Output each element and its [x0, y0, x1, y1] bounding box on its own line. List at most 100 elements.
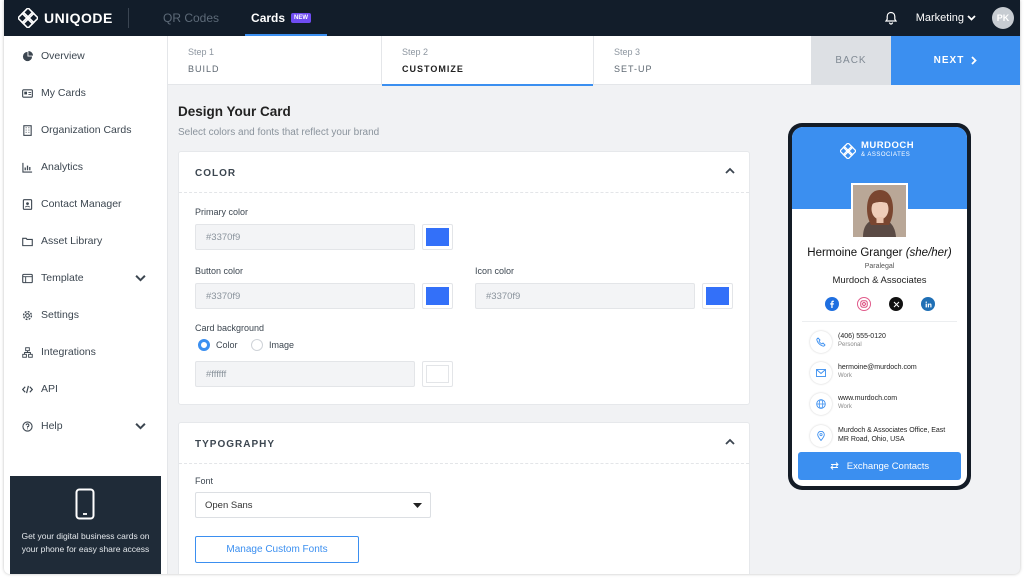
sidebar-item-settings[interactable]: Settings [22, 309, 154, 321]
background-color-swatch[interactable] [422, 361, 453, 387]
sidebar-item-label: Contact Manager [41, 198, 122, 210]
facebook-icon[interactable] [825, 297, 839, 311]
background-image-radio[interactable]: Image [251, 339, 294, 351]
contact-value: www.murdoch.com [838, 395, 898, 402]
logo[interactable]: UNIQODE [18, 8, 126, 28]
contact-value: Murdoch & Associates Office, East MR Roa… [838, 427, 946, 443]
contact-name: Hermoine Granger [807, 247, 903, 259]
background-color-input[interactable]: #ffffff [195, 361, 415, 387]
swap-arrows-icon [830, 462, 839, 470]
tab-cards[interactable]: Cards NEW [245, 0, 328, 36]
typography-panel-header: TYPOGRAPHY [195, 439, 276, 450]
uniqode-logo-icon [18, 8, 38, 28]
sidebar-item-api[interactable]: API [22, 383, 154, 395]
sidebar-item-organization-cards[interactable]: Organization Cards [22, 124, 154, 136]
workspace-dropdown[interactable]: Marketing [916, 12, 976, 24]
sidebar: Overview My Cards Organization Cards Ana… [4, 36, 168, 574]
x-icon[interactable] [889, 297, 903, 311]
font-select[interactable]: Open Sans [195, 492, 431, 518]
sidebar-item-overview[interactable]: Overview [22, 50, 154, 62]
linkedin-icon[interactable] [921, 297, 935, 311]
exchange-contacts-label: Exchange Contacts [846, 460, 930, 472]
contact-type: Personal [838, 342, 862, 348]
next-button[interactable]: NEXT [891, 36, 1020, 85]
radio-label: Image [269, 340, 295, 350]
phone-icon [810, 331, 832, 353]
primary-color-input[interactable]: #3370f9 [195, 224, 415, 250]
sidebar-item-label: Overview [41, 50, 85, 62]
background-color-radio[interactable]: Color [198, 339, 238, 351]
mail-icon [810, 362, 832, 384]
step-title: BUILD [188, 64, 220, 74]
step-build[interactable]: Step 1 BUILD [168, 36, 381, 85]
sidebar-item-label: My Cards [41, 87, 86, 99]
app-window: UNIQODE QR Codes Cards NEW Marketing PK … [4, 0, 1020, 574]
instagram-icon[interactable] [857, 297, 871, 311]
folder-icon [22, 237, 33, 246]
template-icon [22, 273, 33, 283]
exchange-contacts-button[interactable]: Exchange Contacts [798, 452, 961, 480]
tab-cards-label: Cards [251, 11, 286, 25]
chevron-down-icon[interactable] [135, 273, 146, 284]
top-bar: UNIQODE QR Codes Cards NEW Marketing PK [4, 0, 1020, 36]
sidebar-item-my-cards[interactable]: My Cards [22, 87, 154, 99]
sidebar-item-template[interactable]: Template [22, 272, 154, 284]
button-color-input[interactable]: #3370f9 [195, 283, 415, 309]
icon-color-label: Icon color [475, 266, 515, 276]
caret-down-icon [413, 503, 422, 508]
company-brand: MURDOCH & ASSOCIATES [840, 140, 915, 159]
sidebar-item-label: Asset Library [41, 235, 103, 247]
pie-chart-icon [22, 50, 33, 61]
step-number: Step 2 [402, 47, 429, 57]
user-avatar[interactable]: PK [992, 7, 1014, 29]
sidebar-item-label: Analytics [41, 161, 84, 173]
step-customize[interactable]: Step 2 CUSTOMIZE [381, 36, 594, 86]
workspace-label: Marketing [915, 12, 964, 24]
icon-color-input[interactable]: #3370f9 [475, 283, 695, 309]
brand-name: MURDOCH [861, 140, 915, 151]
bell-icon[interactable] [884, 11, 898, 25]
step-set-up[interactable]: Step 3 SET-UP [594, 36, 807, 85]
job-title: Paralegal [864, 263, 895, 270]
profile-photo-image [853, 185, 906, 237]
id-card-icon [22, 88, 33, 98]
promo-text: Get your digital business cards on your … [21, 531, 150, 554]
button-color-swatch[interactable] [422, 283, 453, 309]
step-title: SET-UP [614, 64, 653, 74]
building-icon [23, 124, 32, 136]
page-title: Design Your Card [178, 104, 291, 119]
sidebar-item-help[interactable]: Help [22, 420, 154, 432]
divider [802, 321, 957, 322]
divider [179, 463, 749, 464]
chevron-down-icon[interactable] [135, 421, 146, 432]
sidebar-item-integrations[interactable]: Integrations [22, 346, 154, 358]
primary-color-swatch[interactable] [422, 224, 453, 250]
icon-color-swatch[interactable] [702, 283, 733, 309]
step-title: CUSTOMIZE [402, 64, 464, 74]
sidebar-item-asset-library[interactable]: Asset Library [22, 235, 154, 247]
sidebar-item-analytics[interactable]: Analytics [22, 161, 154, 173]
location-pin-icon [810, 425, 832, 447]
brand-subtitle: & ASSOCIATES [861, 152, 911, 158]
page-subtitle: Select colors and fonts that reflect you… [178, 127, 380, 138]
contact-name-line: Hermoine Granger (she/her) [792, 247, 967, 259]
new-badge: NEW [291, 13, 312, 23]
logo-text: UNIQODE [44, 10, 113, 26]
back-button[interactable]: BACK [811, 36, 891, 85]
back-button-label: BACK [835, 55, 867, 66]
chevron-up-icon[interactable] [725, 167, 735, 174]
sidebar-item-contact-manager[interactable]: Contact Manager [22, 198, 154, 210]
sidebar-item-label: API [41, 383, 58, 395]
font-select-value: Open Sans [205, 499, 253, 511]
chevron-right-icon [971, 56, 978, 65]
chevron-up-icon[interactable] [725, 438, 735, 445]
tab-qr-codes[interactable]: QR Codes [163, 0, 219, 36]
bar-chart-icon [22, 162, 33, 173]
card-preview-phone: MURDOCH & ASSOCIATES Hermoine Granger (s [788, 123, 971, 490]
chevron-down-icon [967, 15, 976, 21]
code-icon [22, 385, 33, 393]
radio-label: Color [216, 340, 238, 350]
mobile-app-promo[interactable]: Get your digital business cards on your … [10, 476, 161, 574]
manage-custom-fonts-button[interactable]: Manage Custom Fonts [195, 536, 359, 563]
sidebar-item-label: Help [41, 420, 63, 432]
